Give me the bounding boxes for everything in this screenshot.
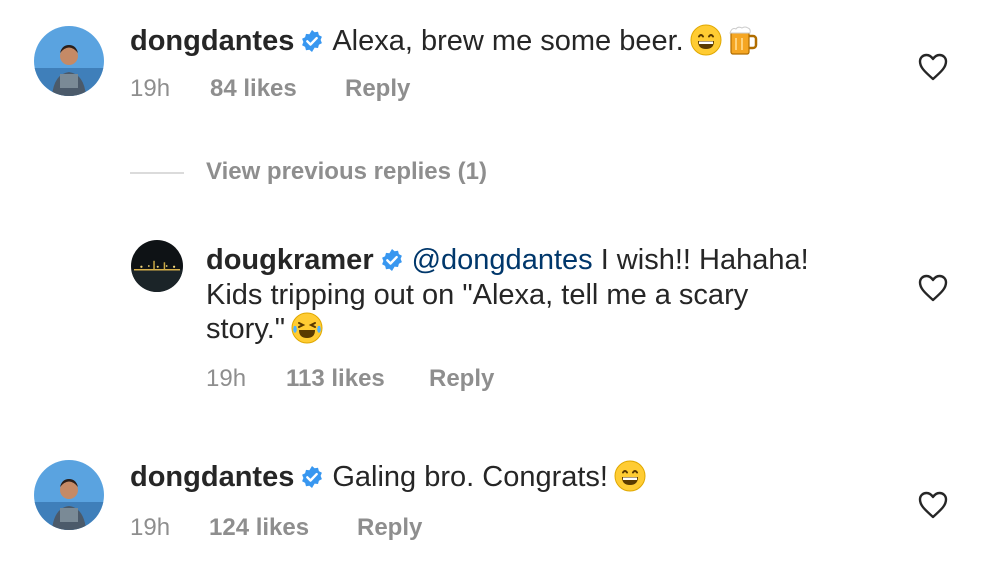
comment-likes[interactable]: 84 likes [210, 75, 297, 103]
heart-outline-icon[interactable] [918, 53, 948, 81]
comment-timestamp: 19h [206, 365, 247, 392]
comment-text: story." [206, 313, 286, 345]
avatar-dougkramer[interactable] [131, 240, 183, 292]
reply-button[interactable]: Reply [429, 365, 494, 393]
comment-text: I wish!! Hahaha! [592, 244, 809, 276]
comment-username[interactable]: dougkramer [206, 244, 374, 276]
comment-likes[interactable]: 113 likes [286, 365, 385, 393]
replies-divider [130, 172, 184, 174]
avatar-photo [34, 26, 104, 96]
comment-1-text-line: dongdantes Alexa, brew me some beer. [130, 24, 758, 58]
verified-badge-icon [300, 465, 324, 489]
avatar-photo [131, 240, 183, 292]
comment-text: Kids tripping out on "Alexa, tell me a s… [206, 279, 749, 311]
avatar-dongdantes[interactable] [34, 26, 104, 96]
grinning-face-emoji-icon [614, 460, 646, 492]
comment-timestamp: 19h [130, 514, 171, 541]
comment-username[interactable]: dongdantes [130, 25, 294, 57]
comment-timestamp: 19h [130, 75, 171, 102]
comment-2-text-line-2: Kids tripping out on "Alexa, tell me a s… [206, 278, 748, 312]
reply-button[interactable]: Reply [357, 514, 422, 542]
comment-2-meta: 19h 113 likes Reply [206, 365, 606, 395]
tears-of-joy-emoji-icon [291, 312, 323, 344]
avatar-dongdantes[interactable] [34, 460, 104, 530]
comment-3-meta: 19h 124 likes Reply [130, 514, 530, 544]
comment-2-text-line-1: dougkramer @dongdantes I wish!! Hahaha! [206, 243, 809, 277]
avatar-photo [34, 460, 104, 530]
verified-badge-icon [380, 248, 404, 272]
comment-likes[interactable]: 124 likes [209, 514, 309, 542]
comment-username[interactable]: dongdantes [130, 461, 294, 493]
comment-text: Galing bro. Congrats! [332, 461, 608, 493]
grinning-face-emoji-icon [690, 24, 722, 56]
beer-mug-emoji-icon [726, 24, 758, 56]
comment-1-meta: 19h 84 likes Reply [130, 75, 530, 105]
heart-outline-icon[interactable] [918, 274, 948, 302]
reply-button[interactable]: Reply [345, 75, 410, 103]
mention-link[interactable]: @dongdantes [412, 244, 593, 276]
view-previous-replies-label[interactable]: View previous replies (1) [206, 158, 487, 186]
comment-2-text-line-3: story." [206, 312, 323, 346]
verified-badge-icon [300, 29, 324, 53]
heart-outline-icon[interactable] [918, 491, 948, 519]
comment-3-text-line: dongdantes Galing bro. Congrats! [130, 460, 646, 494]
comment-text: Alexa, brew me some beer. [332, 25, 684, 57]
